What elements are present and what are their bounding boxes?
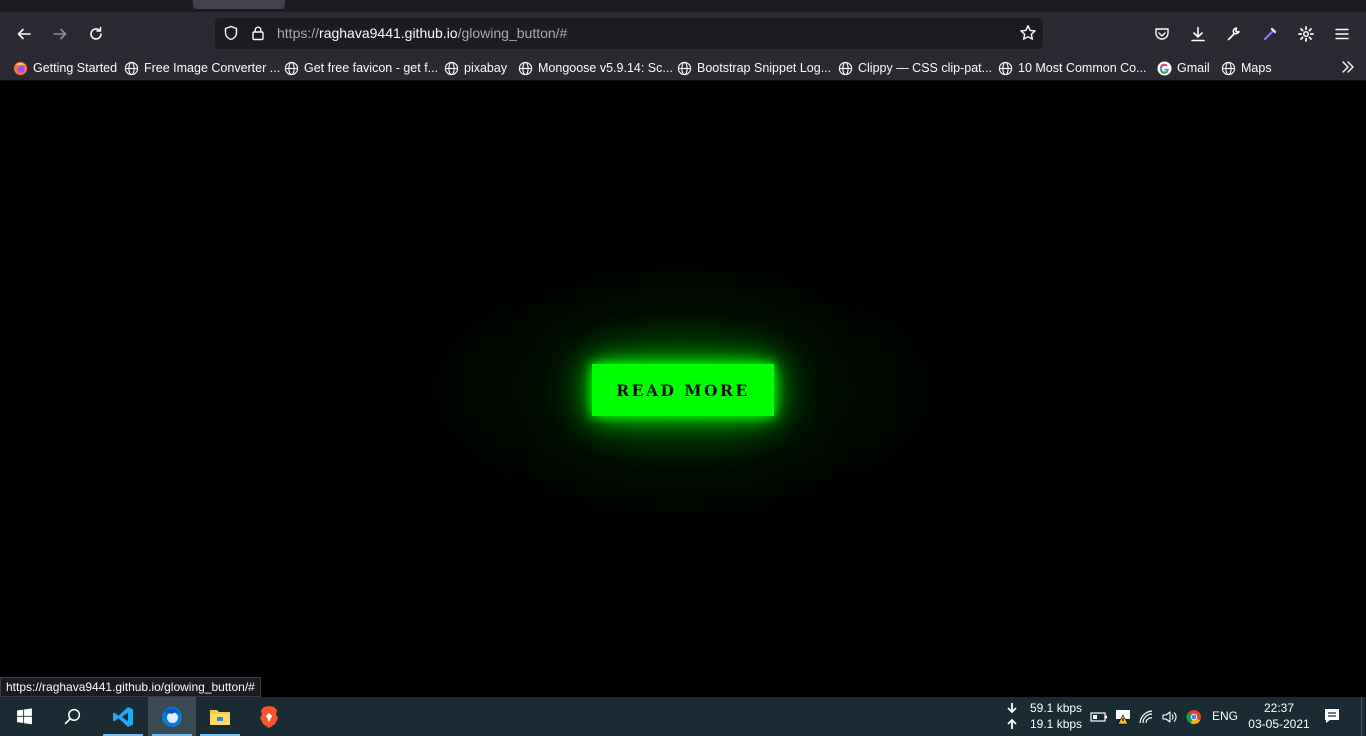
clock-date: 03-05-2021 [1248,717,1310,731]
network-speed-meter: 59.1 kbps 19.1 kbps [1004,700,1086,732]
folder-icon [210,709,230,725]
back-button[interactable] [10,20,38,48]
more-bookmarks-chevron-icon[interactable] [1340,59,1356,79]
wrench-icon [1227,27,1240,41]
tracking-protection-shield-icon[interactable] [223,25,239,45]
vscode-icon [113,706,133,727]
eyedropper-icon [1264,27,1277,40]
show-desktop-button[interactable] [1361,697,1366,736]
bookmark-label: pixabay [464,61,508,75]
url-host: raghava9441.github.io [319,25,458,41]
url-path: /glowing_button/# [457,25,568,41]
search-icon [64,708,80,725]
start-button[interactable] [0,697,48,736]
bookmark-star-icon[interactable] [1019,24,1037,46]
address-bar[interactable]: https://raghava9441.github.io/glowing_bu… [215,18,1043,49]
bookmark-label: Bootstrap Snippet Log... [697,61,832,75]
tab-strip [0,0,1366,12]
download-speed-row: 59.1 kbps [1004,700,1086,716]
search-button[interactable] [48,697,96,736]
globe-icon [123,60,139,76]
bookmark-label: Free Image Converter ... [144,61,281,75]
firefox-developer-edition-icon [162,706,182,727]
active-tab[interactable] [193,0,285,9]
globe-icon [997,60,1013,76]
bookmark-get-free-favicon[interactable]: Get free favicon - get f... [283,59,438,77]
battery-tray-icon[interactable] [1089,707,1109,727]
bookmark-10-most-common[interactable]: 10 Most Common Co... [997,59,1147,77]
bookmark-label: Gmail [1177,61,1210,75]
bookmark-clippy[interactable]: Clippy — CSS clip-pat... [837,59,992,77]
system-clock[interactable]: 22:37 03-05-2021 [1246,700,1312,732]
brave-lion-icon [260,705,278,728]
bookmark-bootstrap-snippet[interactable]: Bootstrap Snippet Log... [676,59,831,77]
windows-taskbar: 59.1 kbps 19.1 kbps ENG 22:37 03-05-2021 [0,697,1366,736]
bookmarks-toolbar: Getting Started Free Image Converter ...… [0,55,1366,81]
vscode-taskbar-button[interactable] [99,697,147,736]
bookmark-label: Clippy — CSS clip-pat... [858,61,993,75]
download-speed: 59.1 kbps [1030,701,1083,715]
reload-button[interactable] [82,20,110,48]
bookmark-mongoose[interactable]: Mongoose v5.9.14: Sc... [517,59,673,77]
globe-icon [443,60,459,76]
globe-icon [837,60,853,76]
bookmark-getting-started[interactable]: Getting Started [12,59,117,77]
forward-button[interactable] [46,20,74,48]
bookmark-label: Maps [1241,61,1272,75]
file-explorer-taskbar-button[interactable] [196,697,244,736]
upload-arrow-icon [1004,718,1020,730]
url-scheme: https:// [277,25,320,41]
forward-arrow-icon [53,28,67,40]
menu-button[interactable] [1328,20,1356,48]
lock-icon[interactable] [250,25,266,45]
input-language-indicator[interactable]: ENG [1212,709,1238,723]
developer-tools-button[interactable] [1220,20,1248,48]
volume-tray-icon[interactable] [1160,707,1180,727]
bookmark-pixabay[interactable]: pixabay [443,59,507,77]
upload-speed-row: 19.1 kbps [1004,716,1086,732]
link-status-overlay: https://raghava9441.github.io/glowing_bu… [0,677,261,697]
gear-icon [1298,26,1314,42]
page-viewport: READ MORE [0,82,1366,697]
download-arrow-icon [1004,702,1020,714]
bookmark-label: Get free favicon - get f... [304,61,439,75]
bookmark-label: Mongoose v5.9.14: Sc... [538,61,673,75]
google-icon [1156,60,1172,76]
globe-icon [1220,60,1236,76]
globe-icon [283,60,299,76]
globe-icon [517,60,533,76]
bookmark-gmail[interactable]: Gmail [1156,59,1210,77]
extension-settings-button[interactable] [1292,20,1320,48]
brave-taskbar-button[interactable] [245,697,293,736]
wifi-tray-icon[interactable] [1137,707,1157,727]
url-text[interactable]: https://raghava9441.github.io/glowing_bu… [277,25,567,41]
bookmark-free-image-converter[interactable]: Free Image Converter ... [123,59,280,77]
downloads-button[interactable] [1184,20,1212,48]
read-more-button[interactable]: READ MORE [592,364,774,416]
firefox-icon [12,60,28,76]
navigation-toolbar: https://raghava9441.github.io/glowing_bu… [0,12,1366,55]
windows-logo-icon [16,708,32,725]
clock-time: 22:37 [1263,701,1295,715]
color-picker-extension-button[interactable] [1256,20,1284,48]
bookmark-label: 10 Most Common Co... [1018,61,1147,75]
download-icon [1191,26,1205,42]
reload-icon [90,26,102,40]
bookmark-label: Getting Started [33,61,118,75]
globe-icon [676,60,692,76]
back-arrow-icon [17,28,31,40]
bookmark-maps[interactable]: Maps [1220,59,1272,77]
upload-speed: 19.1 kbps [1030,717,1083,731]
hamburger-menu-icon [1335,28,1349,40]
chrome-tray-icon[interactable] [1184,707,1204,727]
firefox-taskbar-button[interactable] [148,697,196,736]
pocket-icon [1155,28,1169,40]
pocket-button[interactable] [1148,20,1176,48]
security-warning-tray-icon[interactable] [1113,707,1133,727]
action-center-notification-icon[interactable] [1322,706,1342,730]
